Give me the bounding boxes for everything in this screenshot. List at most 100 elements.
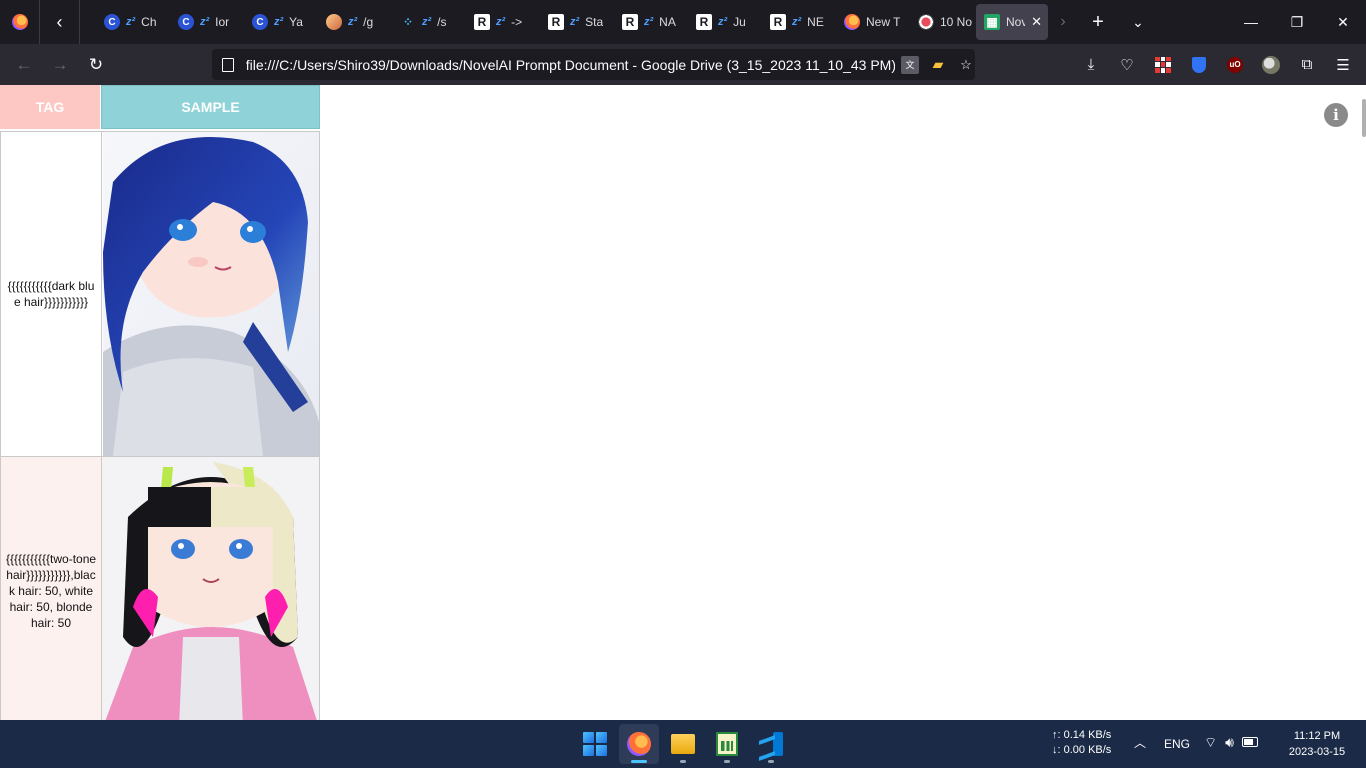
close-window-button[interactable]: ✕: [1320, 0, 1366, 44]
tab-title: Ju: [733, 15, 746, 29]
taskbar-firefox[interactable]: [619, 724, 659, 764]
taskbar-vscode[interactable]: [751, 724, 791, 764]
browser-tab[interactable]: 10 No: [902, 4, 976, 40]
notepad-icon: [716, 732, 738, 756]
extensions-puzzle-icon[interactable]: ⧉: [1294, 52, 1320, 78]
tab-title: NE: [807, 15, 824, 29]
browser-tab[interactable]: Rz² Sta: [532, 4, 606, 40]
sample-column-header: SAMPLE: [101, 85, 320, 129]
discarded-tab-icon: z²: [422, 16, 432, 28]
discarded-tab-icon: z²: [348, 16, 358, 28]
browser-tab[interactable]: Cz² Ch: [88, 4, 162, 40]
discarded-tab-icon: z²: [200, 16, 210, 28]
file-explorer-icon: [671, 734, 695, 754]
profile-avatar-icon[interactable]: [1258, 52, 1284, 78]
browser-tab[interactable]: Cz² Ya: [236, 4, 310, 40]
show-hidden-icons-button[interactable]: ︿: [1134, 734, 1146, 751]
navigation-toolbar: ← → ↻ file:///C:/Users/Shiro39/Downloads…: [0, 44, 1366, 85]
clock-date: 2023-03-15: [1288, 746, 1346, 758]
browser-tab[interactable]: ⁘ z²/s: [384, 4, 458, 40]
browser-tab[interactable]: New T: [828, 4, 902, 40]
discarded-tab-icon: z²: [792, 16, 802, 28]
clock[interactable]: 11:12 PM 2023-03-15: [1280, 728, 1354, 760]
browser-tab[interactable]: Rz² Ju: [680, 4, 754, 40]
wifi-icon[interactable]: ⌔: [1204, 734, 1217, 752]
hamburger-menu-icon[interactable]: ☰: [1330, 52, 1356, 78]
restore-button[interactable]: ❐: [1274, 0, 1320, 44]
folder-icon[interactable]: ▰: [929, 56, 947, 74]
pocket-icon[interactable]: ♡: [1114, 52, 1140, 78]
close-tab-icon[interactable]: ✕: [1031, 14, 1042, 30]
upload-speed: ↑: 0.14 KB/s: [1052, 729, 1112, 741]
taskbar-file-explorer[interactable]: [663, 724, 703, 764]
forward-button[interactable]: →: [42, 49, 78, 81]
bookmark-star-icon[interactable]: ☆: [957, 56, 975, 74]
firefox-icon: [844, 14, 860, 30]
translate-icon[interactable]: 文: [901, 55, 919, 74]
discarded-tab-icon: z²: [126, 16, 136, 28]
tab-list: Cz² Ch Cz² Ior Cz² Ya z²/g ⁘ z²/s Rz² -> Rz² Sta Rz² N…: [80, 0, 1048, 44]
vertical-scrollbar[interactable]: [1362, 99, 1366, 137]
clock-time: 11:12 PM: [1293, 730, 1341, 742]
sheets-icon: ▦: [984, 14, 1000, 30]
info-icon[interactable]: i: [1324, 103, 1348, 127]
browser-tab[interactable]: Rz² NA: [606, 4, 680, 40]
browser-tab[interactable]: Cz² Ior: [162, 4, 236, 40]
discarded-tab-icon: z²: [570, 16, 580, 28]
back-button[interactable]: ←: [6, 49, 42, 81]
tab-title: Ya: [289, 15, 303, 29]
sushi-icon: [918, 14, 934, 30]
discarded-tab-icon: z²: [274, 16, 284, 28]
tag-cell: {{{{{{{{{{{two-tone hair}}}}}}}}}}},blac…: [1, 457, 102, 720]
ublock-icon[interactable]: uO: [1222, 52, 1248, 78]
network-speed: ↑: 0.14 KB/s ↓: 0.00 KB/s: [1052, 728, 1111, 758]
tab-title: 10 No: [940, 15, 973, 29]
avatar-icon: [326, 14, 342, 30]
scroll-tabs-right-button[interactable]: ›: [1048, 13, 1078, 31]
sample-image-two-tone-hair: [103, 457, 319, 720]
firefox-icon: [627, 732, 651, 756]
browser-tab[interactable]: ▦ Nov ✕: [976, 4, 1048, 40]
taskbar-notepad[interactable]: [707, 724, 747, 764]
windows-taskbar: ↑: 0.14 KB/s ↓: 0.00 KB/s ︿ ENG ⌔ 🔊︎ 11:…: [0, 720, 1366, 768]
discarded-tab-icon: z²: [496, 16, 506, 28]
start-button[interactable]: [575, 724, 615, 764]
browser-tab[interactable]: z²/g: [310, 4, 384, 40]
browser-tab[interactable]: Rz² NE: [754, 4, 828, 40]
windows-logo-icon: [583, 732, 607, 756]
tab-strip: ‹ Cz² Ch Cz² Ior Cz² Ya z²/g ⁘ z²/s Rz² -> Rz² Sta Rz…: [0, 0, 1366, 44]
tab-title: Ch: [141, 15, 157, 29]
battery-icon[interactable]: [1242, 737, 1258, 747]
discarded-tab-icon: z²: [644, 16, 654, 28]
shield-extension-icon[interactable]: [1186, 52, 1212, 78]
window-controls: — ❐ ✕: [1228, 0, 1366, 44]
download-speed: ↓: 0.00 KB/s: [1052, 744, 1112, 756]
volume-icon[interactable]: 🔊︎: [1225, 734, 1234, 752]
c-circle-icon: C: [178, 14, 194, 30]
firefox-icon: [11, 14, 28, 30]
tab-title: ->: [511, 15, 523, 29]
scroll-tabs-left-button[interactable]: ‹: [40, 0, 80, 44]
r-logo-icon: R: [622, 14, 638, 30]
firefox-view-button[interactable]: [0, 0, 40, 44]
browser-tab[interactable]: Rz² ->: [458, 4, 532, 40]
table-row: {{{{{{{{{{{two-tone hair}}}}}}}}}}},blac…: [0, 456, 320, 720]
url-bar[interactable]: file:///C:/Users/Shiro39/Downloads/Novel…: [212, 49, 975, 80]
tab-title: Nov: [1006, 15, 1026, 29]
tab-title: New T: [866, 15, 901, 29]
dots-icon: ⁘: [402, 15, 414, 29]
c-circle-icon: C: [252, 14, 268, 30]
tag-column-header: TAG: [0, 85, 101, 129]
input-language[interactable]: ENG: [1164, 737, 1190, 751]
page-content: TAG SAMPLE {{{{{{{{{{{dark blue hair}}}}…: [0, 85, 1366, 720]
sample-image-dark-blue-hair: [103, 132, 319, 456]
new-tab-button[interactable]: +: [1078, 0, 1118, 44]
tag-cell: {{{{{{{{{{{dark blue hair}}}}}}}}}}}: [1, 132, 102, 456]
extension-grid-icon[interactable]: [1150, 52, 1176, 78]
tab-title: NA: [659, 15, 676, 29]
minimize-button[interactable]: —: [1228, 0, 1274, 44]
list-all-tabs-button[interactable]: ⌄: [1118, 0, 1158, 44]
reload-button[interactable]: ↻: [78, 49, 114, 81]
downloads-icon[interactable]: ⤓: [1078, 52, 1104, 78]
url-text[interactable]: file:///C:/Users/Shiro39/Downloads/Novel…: [246, 57, 895, 73]
